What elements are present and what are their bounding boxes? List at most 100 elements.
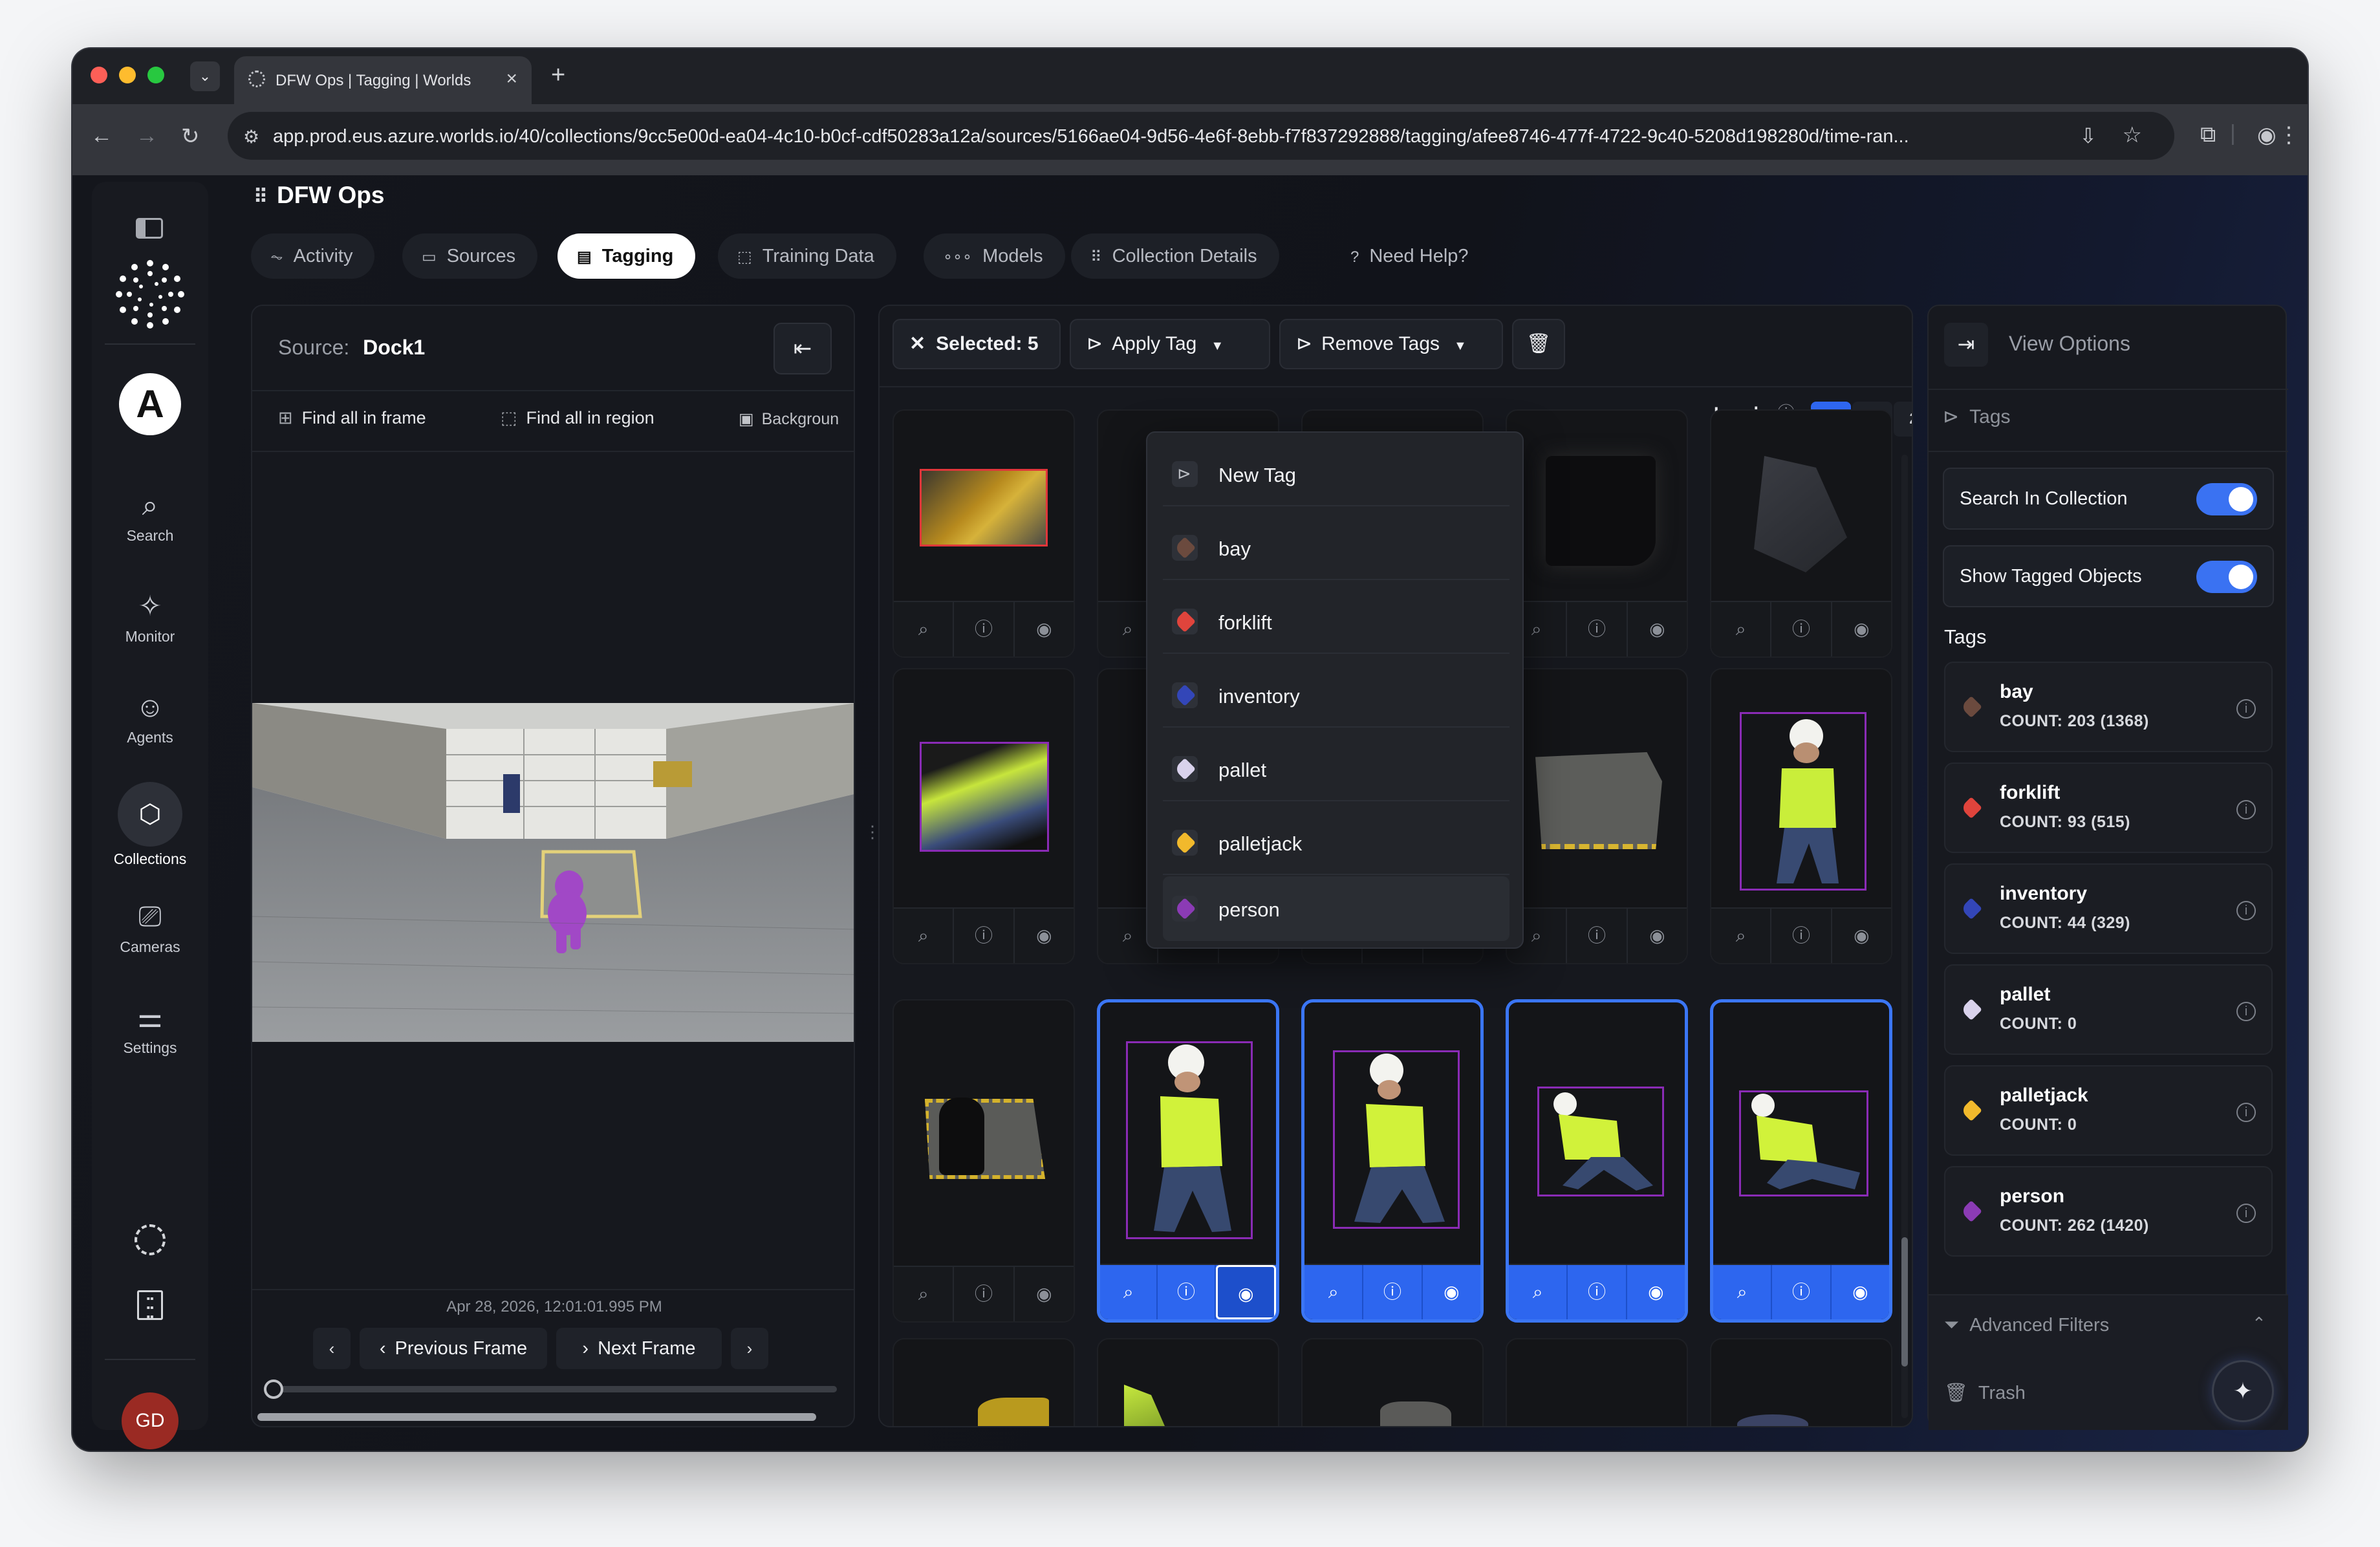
tag-card-palletjack[interactable]: palletjack COUNT: 0 i <box>1944 1065 2273 1156</box>
menu-item-forklift[interactable]: forklift <box>1163 589 1509 654</box>
object-card[interactable]: ⌕ⓘ◉ <box>1506 409 1688 658</box>
eye-icon[interactable]: ◉ <box>1628 909 1687 963</box>
eye-icon[interactable]: ◉ <box>1215 1265 1276 1319</box>
info-icon[interactable]: i <box>2236 699 2256 719</box>
info-icon[interactable]: i <box>2236 1204 2256 1223</box>
object-card[interactable] <box>1301 1338 1484 1426</box>
tag-card-person[interactable]: person COUNT: 262 (1420) i <box>1944 1166 2273 1257</box>
sidebar-item-collections[interactable]: ⬡ Collections <box>92 782 208 868</box>
info-icon[interactable]: ⓘ <box>1567 602 1628 656</box>
object-card[interactable] <box>1710 1338 1892 1426</box>
reload-icon[interactable]: ↻ <box>181 124 200 149</box>
browser-menu-icon[interactable]: ⋮ <box>2278 122 2300 148</box>
timeline-handle[interactable] <box>264 1379 283 1399</box>
site-settings-icon[interactable]: ⚙ <box>243 126 259 147</box>
object-card-selected[interactable]: ⌕ ⓘ ◉ <box>1710 999 1892 1323</box>
trash-button[interactable]: 🗑 Trash <box>1944 1382 2026 1404</box>
tag-card-forklift[interactable]: forklift COUNT: 93 (515) i <box>1944 763 2273 853</box>
worlds-logo-icon[interactable] <box>114 258 186 330</box>
zoom-icon[interactable]: ⌕ <box>894 1267 955 1321</box>
tag-card-inventory[interactable]: inventory COUNT: 44 (329) i <box>1944 863 2273 954</box>
info-icon[interactable]: i <box>2236 901 2256 920</box>
tab-sources[interactable]: ▭ Sources <box>402 233 538 279</box>
menu-item-palletjack[interactable]: palletjack <box>1163 810 1509 875</box>
object-card[interactable]: ⌕ⓘ◉ <box>892 668 1075 964</box>
horizontal-scrollbar[interactable] <box>257 1413 816 1421</box>
advanced-filters-button[interactable]: ⏷ Advanced Filters <box>1944 1315 2109 1336</box>
info-icon[interactable]: ⓘ <box>1772 1265 1832 1319</box>
menu-item-new-tag[interactable]: ⊳ New Tag <box>1163 442 1509 506</box>
zoom-icon[interactable]: ⌕ <box>1711 909 1772 963</box>
loading-icon[interactable] <box>135 1224 166 1255</box>
new-tab-icon[interactable]: + <box>551 61 565 89</box>
close-window-button[interactable] <box>91 67 107 83</box>
extensions-icon[interactable]: ⧉ <box>2200 122 2216 147</box>
eye-icon[interactable]: ◉ <box>1015 909 1074 963</box>
org-avatar-icon[interactable]: A <box>119 373 181 435</box>
tab-tagging[interactable]: ▤ Tagging <box>557 233 696 279</box>
info-icon[interactable]: ⓘ <box>954 1267 1015 1321</box>
level-2-button[interactable]: 2 <box>1894 402 1912 437</box>
tab-models[interactable]: ∘∘∘ Models <box>924 233 1065 279</box>
tab-activity[interactable]: ⏦ Activity <box>251 233 375 279</box>
object-card[interactable]: ⌕ⓘ◉ <box>892 999 1075 1323</box>
object-card[interactable] <box>1097 1338 1279 1426</box>
info-icon[interactable]: ⓘ <box>954 909 1015 963</box>
previous-frame-button[interactable]: ‹ Previous Frame <box>360 1328 547 1369</box>
url-bar[interactable]: ⚙ app.prod.eus.azure.worlds.io/40/collec… <box>228 112 2174 160</box>
menu-item-inventory[interactable]: inventory <box>1163 663 1509 728</box>
need-help-link[interactable]: ? Need Help? <box>1331 233 1491 279</box>
eye-icon[interactable]: ◉ <box>1627 1265 1685 1319</box>
next-frame-button[interactable]: › Next Frame <box>556 1328 722 1369</box>
object-card[interactable] <box>892 1338 1075 1426</box>
building-icon[interactable]: ▪▪ ▪▪ ▪▪ <box>137 1290 163 1323</box>
object-card[interactable]: ⌕ⓘ◉ <box>1710 668 1892 964</box>
install-app-icon[interactable]: ⇩ <box>2079 124 2097 148</box>
delete-button[interactable]: 🗑 <box>1512 319 1565 369</box>
clear-selection-icon[interactable]: ✕ <box>909 333 925 354</box>
timeline-track[interactable] <box>272 1386 837 1392</box>
eye-icon[interactable]: ◉ <box>1832 1265 1889 1319</box>
tag-card-pallet[interactable]: pallet COUNT: 0 i <box>1944 964 2273 1055</box>
zoom-icon[interactable]: ⌕ <box>1713 1265 1773 1319</box>
ai-assistant-sparkle-icon[interactable]: ✦ <box>2212 1360 2274 1422</box>
info-icon[interactable]: i <box>2236 1103 2256 1122</box>
info-icon[interactable]: ⓘ <box>1363 1265 1423 1319</box>
info-icon[interactable]: ⓘ <box>1567 909 1628 963</box>
maximize-window-button[interactable] <box>147 67 164 83</box>
eye-icon[interactable]: ◉ <box>1423 1265 1480 1319</box>
sidebar-item-search[interactable]: ⌕ Search <box>92 488 208 545</box>
tag-card-bay[interactable]: bay COUNT: 203 (1368) i <box>1944 662 2273 752</box>
zoom-icon[interactable]: ⌕ <box>894 909 955 963</box>
info-icon[interactable]: ⓘ <box>1771 602 1832 656</box>
find-all-in-region-button[interactable]: ⬚ Find all in region <box>501 408 654 428</box>
info-icon[interactable]: i <box>2236 800 2256 819</box>
expand-panel-icon[interactable]: ⇥ <box>1944 323 1988 367</box>
minimize-window-button[interactable] <box>119 67 136 83</box>
close-tab-icon[interactable]: × <box>506 68 517 90</box>
tab-list-chevron-icon[interactable]: ⌄ <box>190 61 220 91</box>
first-frame-button[interactable]: ‹ <box>313 1328 351 1369</box>
zoom-icon[interactable]: ⌕ <box>1509 1265 1568 1319</box>
last-frame-button[interactable]: › <box>731 1328 768 1369</box>
chevron-up-icon[interactable]: ⌃ <box>2252 1314 2266 1334</box>
object-card[interactable]: ⌕ⓘ◉ <box>1506 668 1688 964</box>
camera-frame-image[interactable] <box>252 703 854 1042</box>
apply-tag-button[interactable]: ⊳ Apply Tag ▼ <box>1070 319 1270 369</box>
info-icon[interactable]: ⓘ <box>1771 909 1832 963</box>
sidebar-toggle-icon[interactable] <box>136 218 163 239</box>
collapse-panel-icon[interactable]: ⇤ <box>774 323 832 374</box>
tab-training-data[interactable]: ⬚ Training Data <box>718 233 896 279</box>
tab-collection-details[interactable]: ⠿ Collection Details <box>1071 233 1279 279</box>
object-card-selected[interactable]: ⌕ ⓘ ◉ <box>1097 999 1279 1323</box>
info-icon[interactable]: ⓘ <box>954 602 1015 656</box>
eye-icon[interactable]: ◉ <box>1628 602 1687 656</box>
object-card-selected[interactable]: ⌕ ⓘ ◉ <box>1301 999 1484 1323</box>
eye-icon[interactable]: ◉ <box>1832 602 1891 656</box>
user-avatar[interactable]: GD <box>122 1392 178 1449</box>
results-scrollbar-thumb[interactable] <box>1901 1237 1908 1367</box>
back-icon[interactable]: ← <box>91 124 113 149</box>
background-button[interactable]: ▣ Backgroun <box>739 409 839 429</box>
object-card[interactable] <box>1506 1338 1688 1426</box>
find-all-in-frame-button[interactable]: ⊞ Find all in frame <box>278 408 426 428</box>
